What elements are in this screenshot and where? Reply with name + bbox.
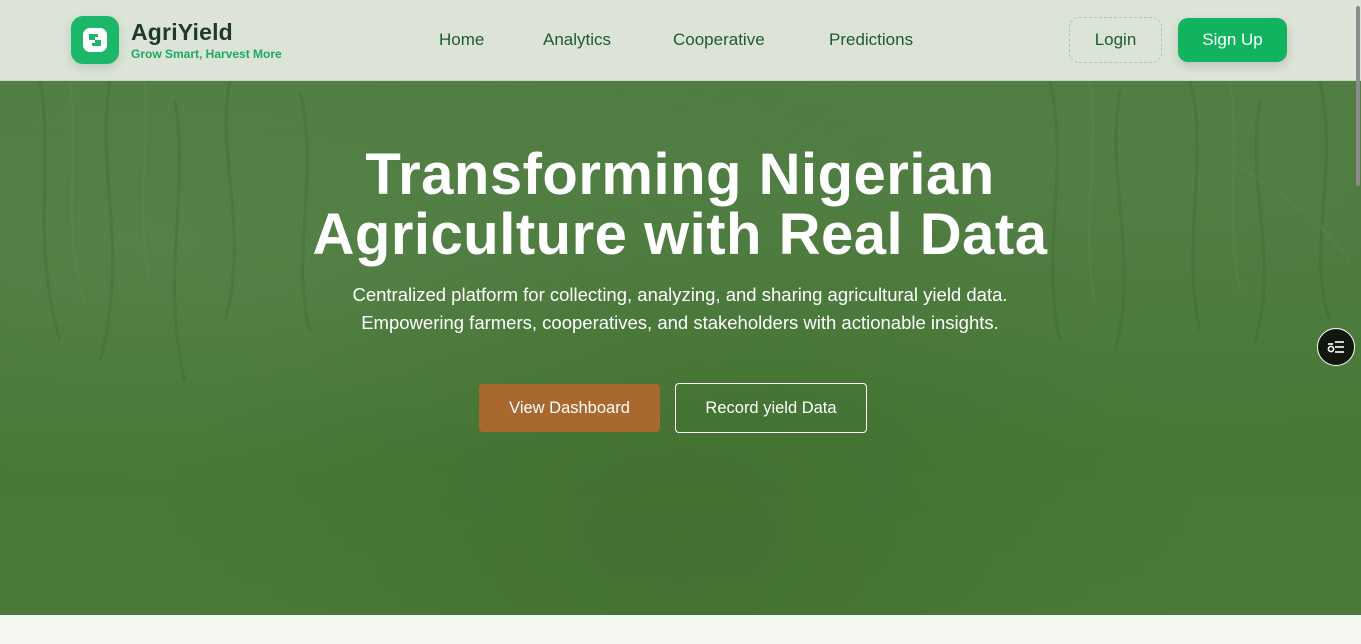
nav-home[interactable]: Home (439, 30, 484, 50)
hero-title-line: Agriculture with Real Data (312, 202, 1048, 267)
nav-cooperative[interactable]: Cooperative (673, 30, 765, 50)
signup-button[interactable]: Sign Up (1178, 18, 1287, 62)
logo[interactable] (71, 16, 119, 64)
brand-tagline: Grow Smart, Harvest More (131, 47, 282, 61)
toggle-list-icon (1327, 341, 1344, 353)
hero-subtitle-line: Empowering farmers, cooperatives, and st… (361, 312, 999, 333)
site-header: AgriYield Grow Smart, Harvest More Home … (0, 0, 1361, 81)
hero-subtitle: Centralized platform for collecting, ana… (180, 281, 1180, 337)
hero-title-line: Transforming Nigerian (365, 142, 995, 207)
view-dashboard-button[interactable]: View Dashboard (479, 384, 660, 432)
login-button[interactable]: Login (1069, 17, 1162, 63)
floating-widget-button[interactable] (1317, 328, 1355, 366)
next-section (0, 615, 1361, 644)
landing-page: AgriYield Grow Smart, Harvest More Home … (0, 0, 1361, 644)
hero-title: Transforming Nigerian Agriculture with R… (180, 145, 1180, 265)
nav-analytics[interactable]: Analytics (543, 30, 611, 50)
brand-name: AgriYield (131, 19, 233, 45)
hero-subtitle-line: Centralized platform for collecting, ana… (352, 284, 1008, 305)
scrollbar-thumb[interactable] (1356, 6, 1360, 186)
hero-section: Transforming Nigerian Agriculture with R… (0, 81, 1361, 615)
puzzle-icon (83, 28, 107, 52)
record-yield-data-button[interactable]: Record yield Data (675, 383, 867, 433)
nav-predictions[interactable]: Predictions (829, 30, 913, 50)
